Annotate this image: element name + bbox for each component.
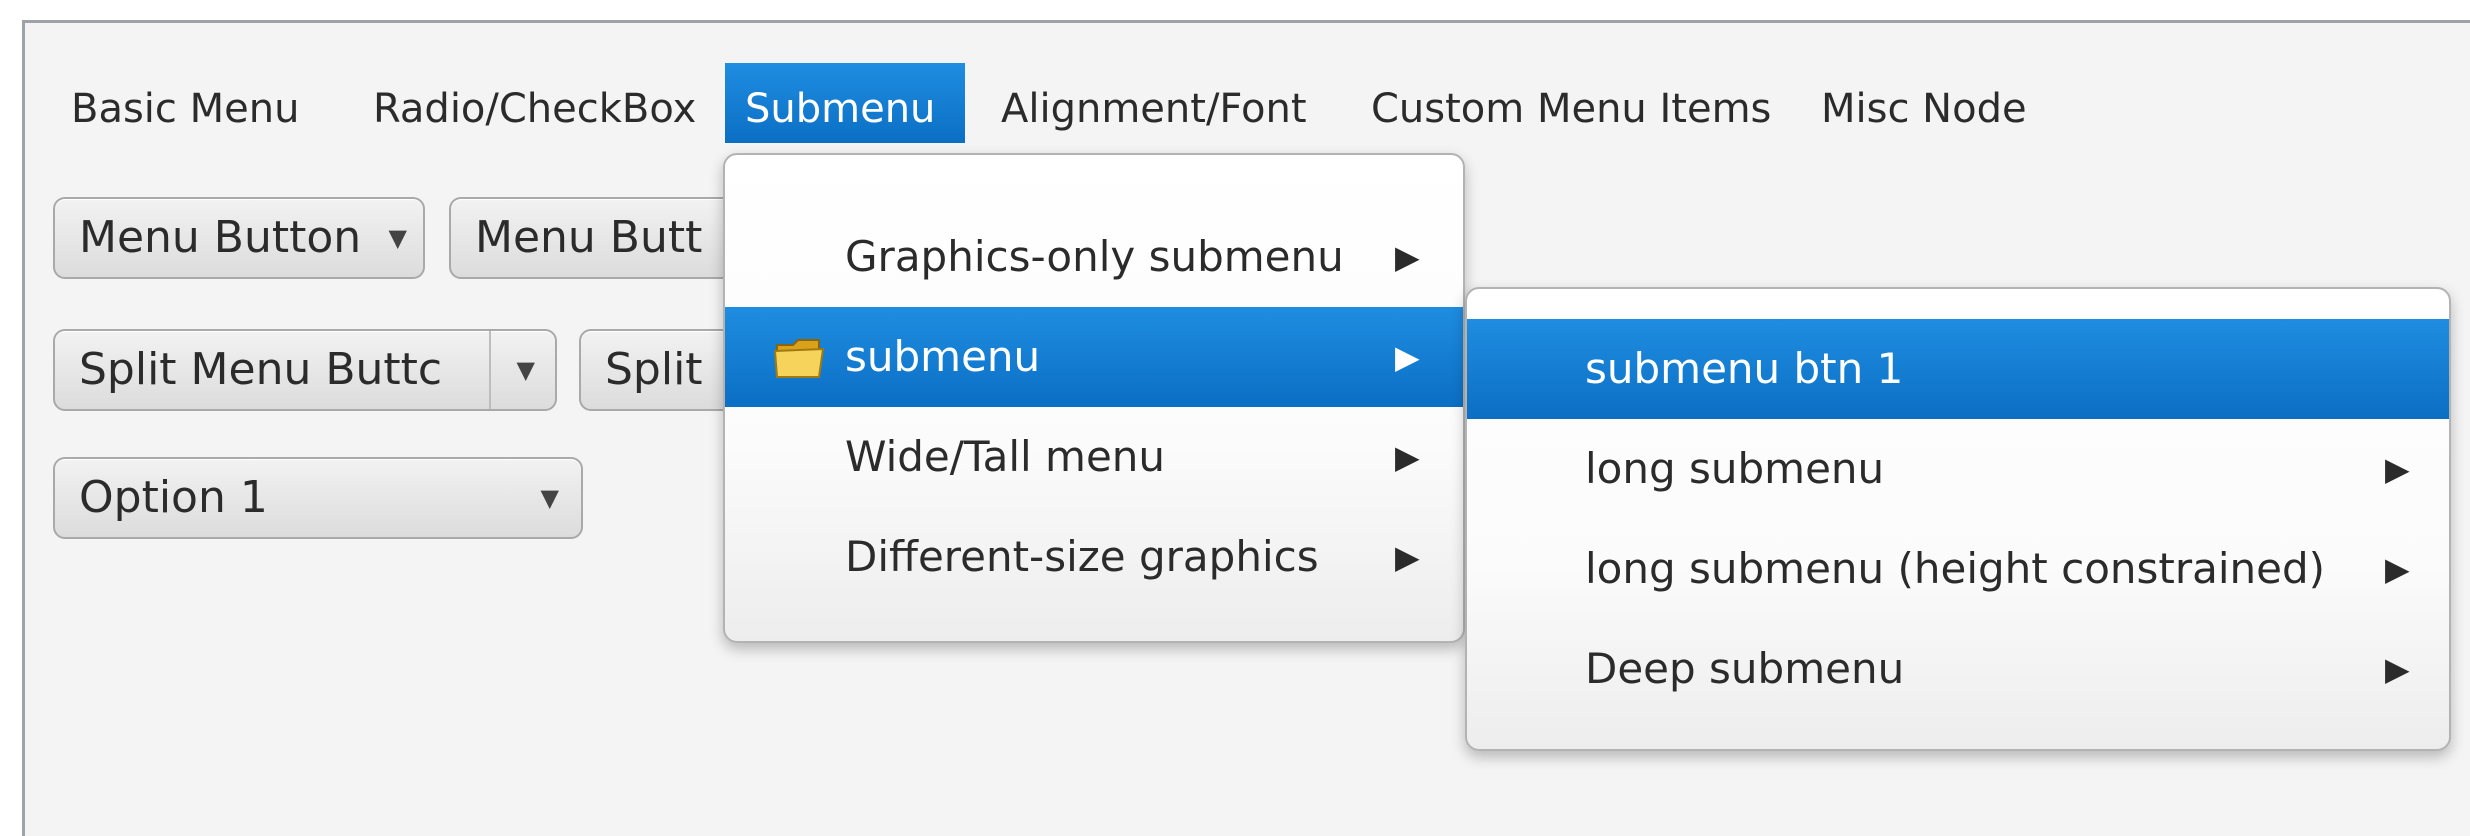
- menu-custom-menu-items[interactable]: Custom Menu Items: [1351, 69, 1791, 149]
- menu-button-1[interactable]: Menu Button ▼: [53, 197, 425, 279]
- submenu-arrow-icon: ▶: [2385, 450, 2410, 488]
- nested-submenu-popup: submenu btn 1 long submenu ▶ long submen…: [1465, 287, 2451, 751]
- menu-item-long-submenu-height-constrained[interactable]: long submenu (height constrained) ▶: [1467, 519, 2449, 619]
- choice-box[interactable]: Option 1 ▼: [53, 457, 583, 539]
- menu-button-1-label: Menu Button: [79, 212, 362, 263]
- submenu-arrow-icon: ▶: [2385, 650, 2410, 688]
- application-window: Basic Menu Radio/CheckBox Submenu Alignm…: [22, 20, 2470, 836]
- menu-item-different-size-graphics[interactable]: Different-size graphics ▶: [725, 507, 1463, 607]
- menu-item-label: Different-size graphics: [845, 532, 1319, 581]
- submenu-arrow-icon: ▶: [1395, 238, 1420, 276]
- menu-item-label: Deep submenu: [1585, 644, 1905, 693]
- submenu-arrow-icon: ▶: [2385, 550, 2410, 588]
- submenu-popup: Graphics-only submenu ▶ submenu ▶ Wide/T…: [723, 153, 1465, 643]
- menu-item-label: long submenu: [1585, 444, 1885, 493]
- split-menu-button-1-label: Split Menu Buttc: [79, 344, 443, 395]
- split-menu-button-1[interactable]: Split Menu Buttc ▼: [53, 329, 557, 411]
- menu-item-wide-tall-menu[interactable]: Wide/Tall menu ▶: [725, 407, 1463, 507]
- menu-submenu[interactable]: Submenu: [725, 63, 965, 143]
- split-menu-button-1-arrow-part[interactable]: ▼: [489, 331, 555, 409]
- menu-item-long-submenu[interactable]: long submenu ▶: [1467, 419, 2449, 519]
- folder-icon: [773, 339, 825, 378]
- menu-alignment-font[interactable]: Alignment/Font: [981, 69, 1327, 149]
- menu-item-label: submenu btn 1: [1585, 344, 1904, 393]
- menu-item-submenu[interactable]: submenu ▶: [725, 307, 1463, 407]
- menu-radio-checkbox[interactable]: Radio/CheckBox: [353, 69, 716, 149]
- dropdown-arrow-icon: ▼: [540, 484, 559, 512]
- submenu-arrow-icon: ▶: [1395, 538, 1420, 576]
- dropdown-arrow-icon: ▼: [388, 224, 407, 252]
- menu-basic-menu[interactable]: Basic Menu: [51, 69, 319, 149]
- menu-bar: Basic Menu Radio/CheckBox Submenu Alignm…: [25, 63, 2470, 143]
- menu-item-deep-submenu[interactable]: Deep submenu ▶: [1467, 619, 2449, 719]
- menu-misc-node[interactable]: Misc Node: [1801, 69, 2047, 149]
- submenu-arrow-icon: ▶: [1395, 438, 1420, 476]
- menu-item-graphics-only-submenu[interactable]: Graphics-only submenu ▶: [725, 207, 1463, 307]
- menu-item-label: submenu: [845, 332, 1041, 381]
- menu-button-2-label: Menu Butt: [475, 212, 703, 263]
- choice-box-value: Option 1: [79, 472, 268, 523]
- menu-item-label: Wide/Tall menu: [845, 432, 1166, 481]
- menu-item-label: Graphics-only submenu: [845, 232, 1344, 281]
- dropdown-arrow-icon: ▼: [516, 356, 535, 384]
- split-menu-button-2-label: Split: [605, 344, 703, 395]
- menu-item-label: long submenu (height constrained): [1585, 544, 2326, 593]
- menu-item-submenu-btn-1[interactable]: submenu btn 1: [1467, 319, 2449, 419]
- submenu-arrow-icon: ▶: [1395, 338, 1420, 376]
